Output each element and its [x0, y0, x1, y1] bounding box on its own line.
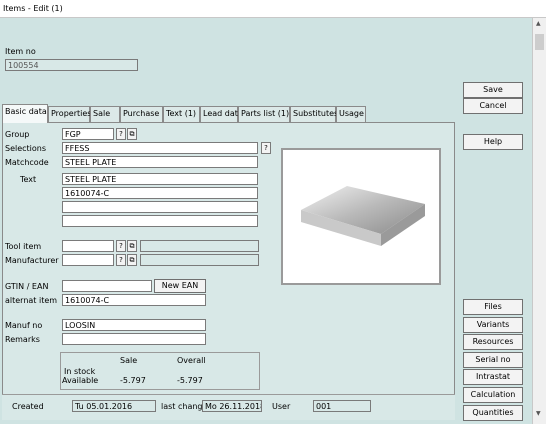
- gtin-label: GTIN / EAN: [5, 282, 49, 291]
- window-title: Items - Edit (1): [3, 4, 63, 13]
- user-field: 001: [313, 400, 371, 412]
- user-label: User: [272, 402, 291, 411]
- created-label: Created: [12, 402, 44, 411]
- tool-copy-button[interactable]: ⧉: [127, 240, 137, 252]
- files-button[interactable]: Files: [463, 299, 523, 315]
- group-field[interactable]: FGP: [62, 128, 114, 140]
- selection-field[interactable]: FFESS: [62, 142, 258, 154]
- scroll-thumb[interactable]: [535, 34, 544, 50]
- remarks-field[interactable]: [62, 333, 206, 345]
- available-sale-value: -5.797: [120, 376, 146, 385]
- last-change-field: Mo 26.11.2018: [202, 400, 262, 412]
- stock-overall-header: Overall: [177, 356, 206, 365]
- product-image-frame: [281, 148, 441, 285]
- tab-basic-data[interactable]: Basic data: [2, 104, 48, 123]
- tab-purchase[interactable]: Purchase: [120, 106, 163, 122]
- tab-sale[interactable]: Sale: [90, 106, 120, 122]
- selection-lookup-button[interactable]: ?: [261, 142, 271, 154]
- matchcode-field[interactable]: STEEL PLATE: [62, 156, 258, 168]
- help-button[interactable]: Help: [463, 134, 523, 150]
- steel-plate-image: [301, 186, 425, 246]
- tool-item-field[interactable]: [62, 240, 114, 252]
- tab-substitutes[interactable]: Substitutes: [290, 106, 338, 122]
- quantities-button[interactable]: Quantities: [463, 405, 523, 421]
- available-overall-value: -5.797: [177, 376, 203, 385]
- stock-sale-header: Sale: [120, 356, 138, 365]
- variants-button[interactable]: Variants: [463, 317, 523, 333]
- scroll-up-icon[interactable]: ▲: [536, 20, 541, 27]
- tab-properties[interactable]: Properties: [48, 106, 91, 122]
- selection-label: Selections: [5, 144, 47, 153]
- manufacturer-description-field: [140, 254, 259, 266]
- alt-item-label: alternat item: [5, 296, 58, 305]
- calculation-button[interactable]: Calculation: [463, 387, 523, 403]
- item-no-field[interactable]: 100554: [5, 59, 138, 71]
- gtin-field[interactable]: [62, 280, 152, 292]
- resources-button[interactable]: Resources: [463, 334, 523, 350]
- group-lookup-button[interactable]: ?: [116, 128, 126, 140]
- tool-lookup-button[interactable]: ?: [116, 240, 126, 252]
- vertical-scrollbar[interactable]: ▲ ▼: [532, 18, 546, 424]
- item-no-label: Item no: [5, 47, 36, 56]
- group-label: Group: [5, 130, 30, 139]
- manufacturer-label: Manufacturer: [5, 256, 59, 265]
- manuf-no-field[interactable]: LOOSIN: [62, 319, 206, 331]
- tab-usage[interactable]: Usage: [336, 106, 366, 122]
- group-copy-button[interactable]: ⧉: [127, 128, 137, 140]
- tab-parts-list[interactable]: Parts list (1): [238, 106, 290, 122]
- serial-no-button[interactable]: Serial no: [463, 352, 523, 368]
- text-line-1[interactable]: STEEL PLATE: [62, 173, 258, 185]
- scroll-down-icon[interactable]: ▼: [536, 410, 541, 417]
- tool-description-field: [140, 240, 259, 252]
- tab-lead-data[interactable]: Lead dat: [200, 106, 238, 122]
- cancel-button[interactable]: Cancel: [463, 98, 523, 114]
- manufacturer-copy-button[interactable]: ⧉: [127, 254, 137, 266]
- text-line-3[interactable]: [62, 201, 258, 213]
- tab-text[interactable]: Text (1): [163, 106, 200, 122]
- manufacturer-field[interactable]: [62, 254, 114, 266]
- text-line-4[interactable]: [62, 215, 258, 227]
- new-ean-button[interactable]: New EAN: [154, 279, 206, 293]
- title-bar: Items - Edit (1): [0, 0, 546, 18]
- last-change-label: last change: [161, 402, 208, 411]
- remarks-label: Remarks: [5, 335, 40, 344]
- intrastat-button[interactable]: Intrastat: [463, 369, 523, 385]
- alt-item-field[interactable]: 1610074-C: [62, 294, 206, 306]
- instock-label: In stock: [64, 367, 96, 376]
- text-label: Text: [20, 175, 37, 184]
- manuf-no-label: Manuf no: [5, 321, 43, 330]
- text-line-2[interactable]: 1610074-C: [62, 187, 258, 199]
- matchcode-label: Matchcode: [5, 158, 49, 167]
- manufacturer-lookup-button[interactable]: ?: [116, 254, 126, 266]
- save-button[interactable]: Save: [463, 82, 523, 98]
- tool-item-label: Tool item: [5, 242, 42, 251]
- available-label: Available: [62, 376, 99, 385]
- created-field: Tu 05.01.2016: [72, 400, 156, 412]
